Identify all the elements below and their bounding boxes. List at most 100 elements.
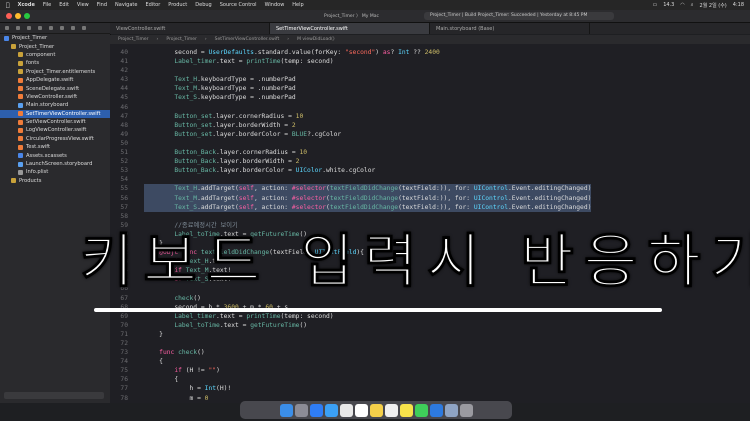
code-line[interactable]: 45 Text_S.keyboardType = .numberPad: [110, 93, 750, 102]
caption-overlay: 키보드 입력시 반응하기: [80, 222, 750, 318]
code-line[interactable]: 54: [110, 175, 750, 184]
chrome-icon[interactable]: [339, 403, 353, 417]
code-line[interactable]: 42: [110, 66, 750, 75]
safari-icon[interactable]: [324, 403, 338, 417]
menubar-date[interactable]: 2월 2일 (수): [700, 2, 727, 9]
notes-icon[interactable]: [369, 403, 383, 417]
menu-file[interactable]: File: [43, 2, 51, 8]
menu-help[interactable]: Help: [292, 2, 303, 8]
editor-tab-bar: ViewController.swift SetTimerViewControl…: [110, 23, 750, 34]
navigator-item[interactable]: LogViewController.swift: [0, 126, 110, 134]
navigator-item[interactable]: Assets.xcassets: [0, 151, 110, 159]
trash-icon[interactable]: [459, 403, 473, 417]
navigator-item[interactable]: fonts: [0, 59, 110, 67]
debug-icon[interactable]: [71, 26, 75, 30]
code-line[interactable]: 51 Button_Back.layer.cornerRadius = 10: [110, 148, 750, 157]
code-line[interactable]: 55 Text_H.addTarget(self, action: #selec…: [110, 184, 750, 194]
minimize-icon[interactable]: [15, 13, 21, 19]
reminders-icon[interactable]: [384, 403, 398, 417]
menu-find[interactable]: Find: [97, 2, 107, 8]
folder-icon[interactable]: [5, 26, 9, 30]
jumpbar-file[interactable]: SetTimerViewController.swift: [215, 37, 280, 42]
navigator-item[interactable]: ViewController.swift: [0, 93, 110, 101]
navigator-item[interactable]: Project_Timer: [0, 34, 110, 42]
xcode-icon[interactable]: [429, 403, 443, 417]
navigator-item[interactable]: Project_Timer.entitlements: [0, 68, 110, 76]
code-line[interactable]: 49 Button_set.layer.borderColor = BLUE?.…: [110, 130, 750, 139]
menu-window[interactable]: Window: [265, 2, 285, 8]
tab-settimerviewcontroller[interactable]: SetTimerViewController.swift: [270, 23, 430, 34]
navigator-item[interactable]: SetTimerViewController.swift: [0, 109, 110, 118]
calendar-icon[interactable]: [354, 403, 368, 417]
appstore-icon[interactable]: [309, 403, 323, 417]
battery-icon[interactable]: ▭: [652, 2, 657, 8]
navigator-item[interactable]: Test.swift: [0, 143, 110, 151]
menu-edit[interactable]: Edit: [59, 2, 69, 8]
find-icon[interactable]: [38, 26, 42, 30]
code-line[interactable]: 52 Button_Back.layer.borderWidth = 2: [110, 157, 750, 166]
code-line[interactable]: 56 Text_M.addTarget(self, action: #selec…: [110, 193, 750, 203]
messages-icon[interactable]: [414, 403, 428, 417]
symbol-icon[interactable]: [27, 26, 31, 30]
jumpbar-symbol[interactable]: M viewDidLoad(): [297, 37, 335, 42]
wifi-icon[interactable]: ◠: [680, 2, 684, 8]
tab-viewcontroller[interactable]: ViewController.swift: [110, 23, 270, 34]
code-line[interactable]: 50: [110, 139, 750, 148]
code-line[interactable]: 75 if (H != ""): [110, 366, 750, 375]
code-line[interactable]: 53 Button_Back.layer.borderColor = UICol…: [110, 166, 750, 175]
menu-debug[interactable]: Debug: [195, 2, 211, 8]
zoom-icon[interactable]: [24, 13, 30, 19]
code-line[interactable]: 74 {: [110, 357, 750, 366]
navigator-item[interactable]: Main.storyboard: [0, 101, 110, 109]
menu-view[interactable]: View: [77, 2, 89, 8]
navigator-filter-field[interactable]: [4, 392, 104, 399]
finder-icon[interactable]: [279, 403, 293, 417]
navigator-item[interactable]: Project_Timer: [0, 42, 110, 50]
code-line[interactable]: 70 Label_toTime.text = getFutureTime(): [110, 321, 750, 330]
navigator-item[interactable]: AppDelegate.swift: [0, 76, 110, 84]
navigator-item[interactable]: Info.plist: [0, 168, 110, 176]
code-line[interactable]: 71 }: [110, 330, 750, 339]
menu-app-name[interactable]: Xcode: [18, 2, 35, 8]
kakaotalk-icon[interactable]: [399, 403, 413, 417]
menu-source-control[interactable]: Source Control: [220, 2, 257, 8]
code-line[interactable]: 41 Label_timer.text = printTime(temp: se…: [110, 57, 750, 66]
tab-main-storyboard[interactable]: Main.storyboard (Base): [430, 23, 590, 34]
source-control-icon[interactable]: [16, 26, 20, 30]
scheme-selector[interactable]: Project_Timer 〉 My Mac: [324, 13, 379, 19]
breakpoint-icon[interactable]: [82, 26, 86, 30]
code-line[interactable]: 48 Button_set.layer.borderWidth = 2: [110, 121, 750, 130]
code-line[interactable]: 73 func check(): [110, 348, 750, 357]
preview-icon[interactable]: [444, 403, 458, 417]
menu-navigate[interactable]: Navigate: [115, 2, 137, 8]
code-line[interactable]: 43 Text_H.keyboardType = .numberPad: [110, 75, 750, 84]
issue-icon[interactable]: [49, 26, 53, 30]
chevron-right-icon: ›: [204, 37, 207, 42]
navigator-item[interactable]: LaunchScreen.storyboard: [0, 160, 110, 168]
search-icon[interactable]: ⌕: [691, 2, 694, 8]
code-line[interactable]: 58: [110, 212, 750, 221]
code-line[interactable]: 57 Text_S.addTarget(self, action: #selec…: [110, 202, 750, 212]
navigator-item[interactable]: Products: [0, 177, 110, 185]
navigator-item[interactable]: component: [0, 51, 110, 59]
code-line[interactable]: 40 second = UserDefaults.standard.value(…: [110, 48, 750, 57]
menu-editor[interactable]: Editor: [145, 2, 160, 8]
jumpbar-project[interactable]: Project_Timer: [118, 37, 149, 42]
navigator-item[interactable]: SceneDelegate.swift: [0, 84, 110, 92]
code-line[interactable]: 76 {: [110, 375, 750, 384]
menu-product[interactable]: Product: [168, 2, 187, 8]
code-line[interactable]: 47 Button_set.layer.cornerRadius = 10: [110, 112, 750, 121]
code-line[interactable]: 46: [110, 103, 750, 112]
launchpad-icon[interactable]: [294, 403, 308, 417]
navigator-item[interactable]: CircularProgressView.swift: [0, 135, 110, 143]
navigator-item[interactable]: SetViewController.swift: [0, 118, 110, 126]
test-icon[interactable]: [60, 26, 64, 30]
apple-menu-icon[interactable]: : [6, 2, 10, 9]
jumpbar-group[interactable]: Project_Timer: [166, 37, 197, 42]
close-icon[interactable]: [6, 13, 12, 19]
code-line[interactable]: 77 h = Int(H)!: [110, 384, 750, 393]
line-number: 58: [120, 212, 128, 220]
code-line[interactable]: 44 Text_M.keyboardType = .numberPad: [110, 84, 750, 93]
menubar-clock[interactable]: 4:18: [733, 2, 744, 8]
code-line[interactable]: 72: [110, 339, 750, 348]
